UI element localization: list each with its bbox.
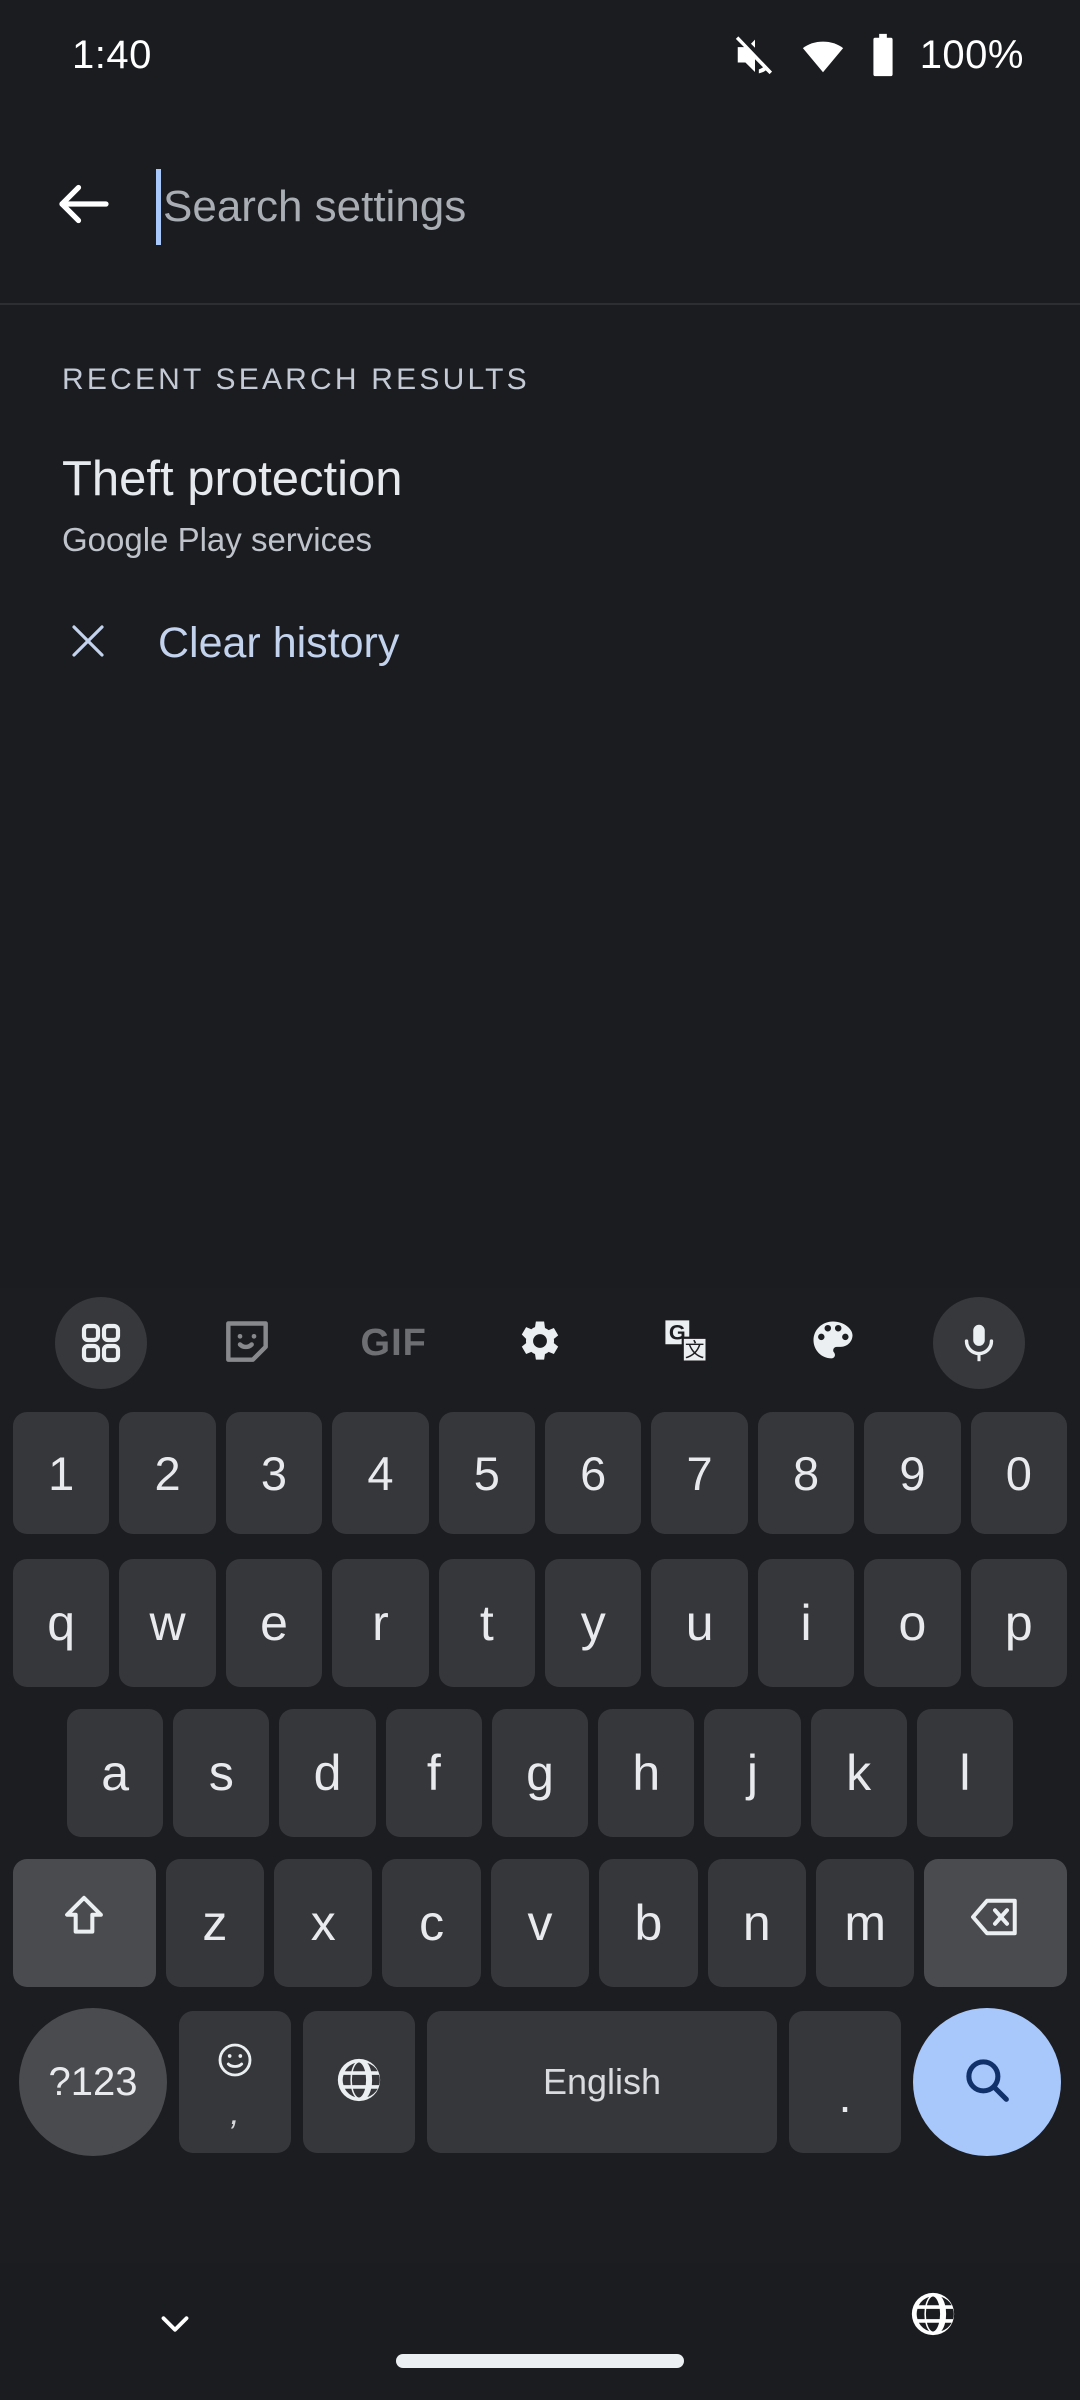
- backspace-key[interactable]: [924, 1859, 1068, 1987]
- emoji-secondary-comma: ,: [230, 2094, 240, 2133]
- status-time: 1:40: [72, 32, 152, 77]
- key-m[interactable]: m: [815, 1859, 915, 1987]
- search-icon: [958, 2051, 1016, 2114]
- apps-grid-icon: [55, 1297, 148, 1389]
- key-2[interactable]: 2: [119, 1412, 216, 1534]
- key-x[interactable]: x: [274, 1859, 373, 1987]
- space-key[interactable]: English: [427, 2011, 777, 2153]
- key-6[interactable]: 6: [545, 1412, 642, 1534]
- voice-input-button[interactable]: [906, 1297, 1052, 1389]
- key-f[interactable]: f: [385, 1709, 482, 1837]
- key-n[interactable]: n: [707, 1859, 806, 1987]
- search-bar: Search settings: [0, 110, 1080, 305]
- gif-button[interactable]: GIF: [321, 1297, 467, 1389]
- results-section-header: RECENT SEARCH RESULTS: [62, 363, 530, 396]
- battery-full-icon: [868, 32, 898, 78]
- keyboard-settings-button[interactable]: [467, 1297, 613, 1389]
- sticker-icon: [219, 1313, 275, 1374]
- search-input[interactable]: Search settings: [156, 159, 1040, 255]
- theme-palette-button[interactable]: [759, 1297, 905, 1389]
- key-8[interactable]: 8: [757, 1412, 855, 1534]
- palette-icon: [807, 1315, 859, 1372]
- key-b[interactable]: b: [599, 1859, 698, 1987]
- svg-text:文: 文: [685, 1339, 705, 1361]
- keyboard-row-asdf: a s d f g h j k l: [0, 1698, 1080, 1848]
- key-7[interactable]: 7: [651, 1412, 748, 1534]
- shift-icon: [57, 1890, 111, 1956]
- key-t[interactable]: t: [438, 1559, 535, 1687]
- key-9[interactable]: 9: [864, 1412, 961, 1534]
- emoji-smiley-icon: [215, 2040, 255, 2085]
- list-item[interactable]: Theft protection Google Play services: [62, 397, 1018, 559]
- close-icon: [64, 617, 112, 670]
- key-5[interactable]: 5: [438, 1412, 535, 1534]
- language-switch-key[interactable]: [303, 2011, 415, 2153]
- text-caret: [156, 168, 161, 245]
- key-y[interactable]: y: [545, 1559, 642, 1687]
- shift-key[interactable]: [12, 1859, 156, 1987]
- key-k[interactable]: k: [810, 1709, 907, 1837]
- key-j[interactable]: j: [704, 1709, 801, 1837]
- period-key[interactable]: .: [789, 2011, 901, 2153]
- keyboard-toolbar: GIF G 文: [0, 1288, 1080, 1398]
- key-v[interactable]: v: [490, 1859, 590, 1987]
- ime-switcher-button[interactable]: [906, 2287, 960, 2346]
- key-u[interactable]: u: [651, 1559, 748, 1687]
- key-s[interactable]: s: [173, 1709, 270, 1837]
- hide-keyboard-button[interactable]: [152, 2301, 198, 2352]
- wifi-icon: [800, 32, 846, 78]
- home-pill[interactable]: [396, 2354, 684, 2368]
- arrow-back-icon: [51, 171, 117, 242]
- recent-search-results: RECENT SEARCH RESULTS Theft protection G…: [0, 305, 1080, 671]
- key-q[interactable]: q: [12, 1559, 110, 1687]
- key-z[interactable]: z: [165, 1859, 265, 1987]
- translate-button[interactable]: G 文: [613, 1297, 759, 1389]
- navigation-bar: [0, 2263, 1080, 2400]
- clear-history-label: Clear history: [158, 619, 400, 668]
- key-h[interactable]: h: [598, 1709, 695, 1837]
- emoji-key[interactable]: ,: [179, 2011, 291, 2153]
- settings-gear-icon: [514, 1315, 566, 1372]
- symbols-key[interactable]: ?123: [19, 2008, 167, 2156]
- result-subtitle: Google Play services: [62, 521, 372, 559]
- globe-icon: [332, 2053, 386, 2112]
- key-l[interactable]: l: [916, 1709, 1013, 1837]
- key-a[interactable]: a: [67, 1709, 164, 1837]
- backspace-icon: [966, 1887, 1026, 1959]
- key-4[interactable]: 4: [332, 1412, 429, 1534]
- key-d[interactable]: d: [279, 1709, 376, 1837]
- microphone-icon: [932, 1297, 1025, 1389]
- result-title: Theft protection: [62, 452, 403, 506]
- keyboard-row-bottom: ?123 , English .: [0, 1998, 1080, 2166]
- key-e[interactable]: e: [225, 1559, 323, 1687]
- sticker-button[interactable]: [174, 1297, 320, 1389]
- gif-icon: GIF: [360, 1321, 427, 1364]
- apps-grid-button[interactable]: [28, 1297, 174, 1389]
- search-enter-key[interactable]: [913, 2008, 1061, 2156]
- keyboard-row-numbers: 1 2 3 4 5 6 7 8 9 0: [0, 1398, 1080, 1548]
- key-c[interactable]: c: [382, 1859, 481, 1987]
- keyboard: GIF G 文 1 2 3 4 5 6 7 8 9 0 q w e r t y …: [0, 1288, 1080, 2263]
- key-g[interactable]: g: [491, 1709, 589, 1837]
- translate-icon: G 文: [660, 1315, 712, 1372]
- battery-percentage: 100%: [919, 32, 1024, 77]
- key-0[interactable]: 0: [970, 1412, 1068, 1534]
- key-p[interactable]: p: [970, 1559, 1068, 1687]
- status-bar: 1:40 100%: [0, 0, 1080, 110]
- key-r[interactable]: r: [332, 1559, 429, 1687]
- clear-history-button[interactable]: Clear history: [64, 559, 1018, 670]
- keyboard-row-qwerty: q w e r t y u i o p: [0, 1548, 1080, 1698]
- back-button[interactable]: [36, 159, 132, 255]
- search-input-placeholder: Search settings: [163, 181, 467, 231]
- key-o[interactable]: o: [864, 1559, 961, 1687]
- key-1[interactable]: 1: [12, 1412, 110, 1534]
- volume-off-icon: [732, 32, 778, 78]
- key-3[interactable]: 3: [225, 1412, 323, 1534]
- key-i[interactable]: i: [757, 1559, 855, 1687]
- key-w[interactable]: w: [119, 1559, 216, 1687]
- status-icons: 100%: [732, 32, 1024, 78]
- keyboard-row-zxcv: z x c v b n m: [0, 1848, 1080, 1998]
